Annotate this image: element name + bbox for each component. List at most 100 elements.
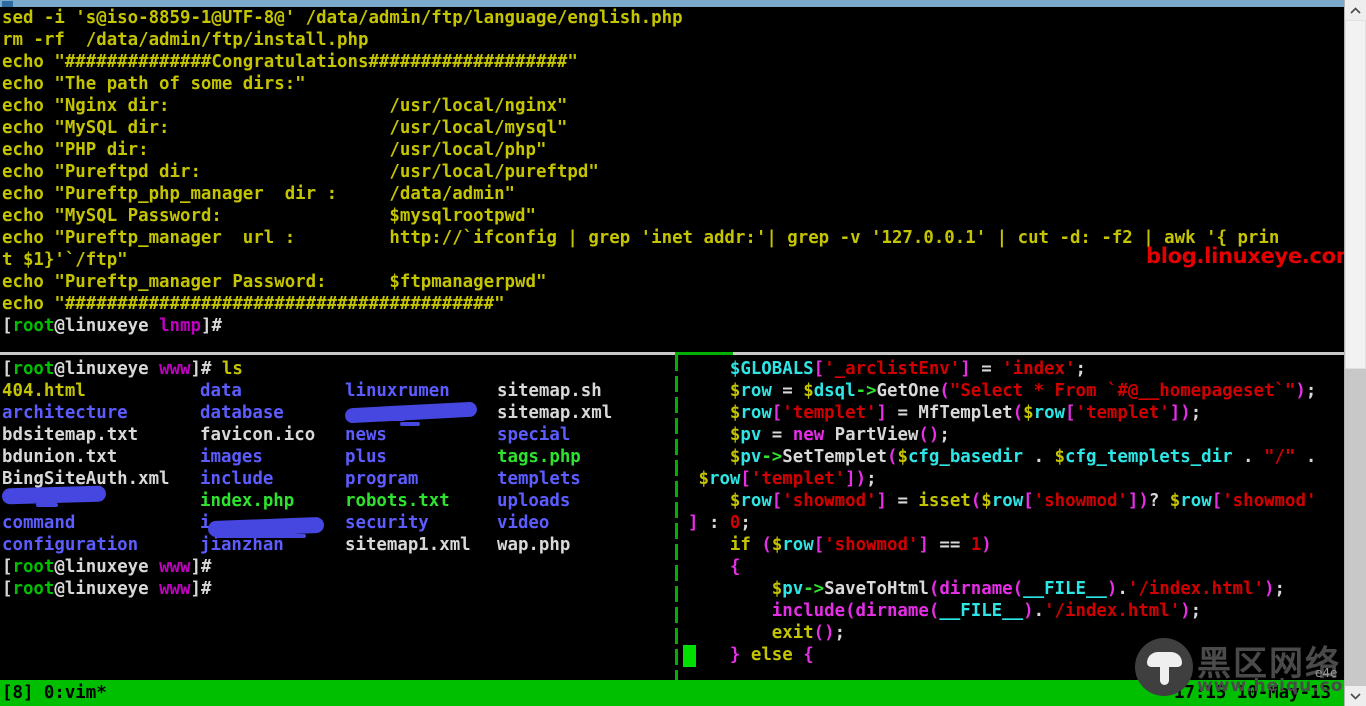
terminal-text-span: $ — [803, 381, 814, 401]
terminal-text-span: ; — [939, 425, 950, 445]
pane-divider-joint — [675, 352, 733, 355]
listing-entry: program — [345, 469, 419, 489]
listing-entry: database — [200, 403, 284, 423]
terminal-text-span: 0 — [729, 513, 741, 533]
terminal-text-span: ; — [740, 513, 751, 533]
tmux-status-bar[interactable]: [8] 0:vim* 17:15 10-May-13 — [0, 680, 1345, 706]
terminal-text-span: row — [1033, 403, 1066, 423]
terminal-text-span: root — [12, 579, 55, 599]
listing-entry: tags.php — [497, 447, 581, 467]
shell-prompt: [root@linuxeye www]# — [2, 578, 222, 600]
terminal-line: echo "##################################… — [2, 293, 505, 315]
terminal-text-span: dirname — [939, 579, 1013, 599]
terminal-line: rm -rf /data/admin/ftp/install.php — [2, 29, 368, 51]
pane-horizontal-divider[interactable] — [0, 352, 1345, 355]
terminal-text-span: ]# — [190, 557, 222, 577]
window-scrollbar[interactable] — [1344, 0, 1366, 706]
terminal-text-span: ; — [1190, 403, 1202, 423]
terminal-text-span — [688, 469, 698, 489]
terminal-text-span: echo "Pureftp_php_manager dir : /data/ad… — [2, 184, 516, 204]
terminal-text-span: [ — [2, 579, 13, 599]
scrollbar-track[interactable] — [1345, 20, 1366, 686]
terminal-text-span — [688, 623, 772, 643]
terminal-text-span: row — [740, 403, 772, 423]
terminal-line: echo "MySQL dir: /usr/local/mysql" — [2, 117, 567, 139]
terminal-text-span: ( — [928, 579, 940, 599]
terminal-text-span: lnmp — [159, 316, 201, 336]
terminal-text-span: echo "MySQL Password: $mysqlrootpwd" — [2, 206, 536, 226]
terminal-text-span: ]) — [1169, 403, 1191, 423]
terminal-text-span: root — [12, 557, 55, 577]
terminal-text-span: cfg_basedir — [907, 447, 1024, 467]
code-line: exit(); — [688, 622, 845, 644]
listing-entry: templets — [497, 469, 581, 489]
code-line: $row = $dsql->GetOne("Select * From `#@_… — [688, 380, 1316, 402]
terminal-text-span: [ — [771, 403, 783, 423]
terminal-text-span: include — [771, 601, 846, 621]
terminal-text-span: $ — [729, 491, 741, 511]
listing-entry: wap.php — [497, 535, 571, 555]
terminal-text-span: = — [771, 381, 804, 401]
terminal-text-span — [688, 491, 730, 511]
terminal-line: echo "Pureftp_manager Password: $ftpmana… — [2, 271, 546, 293]
code-line: $pv->SetTemplet($cfg_basedir . $cfg_temp… — [688, 446, 1316, 468]
listing-entry: special — [497, 425, 571, 445]
terminal-text-span: $ — [771, 579, 783, 599]
terminal-text-span: $ — [1023, 403, 1034, 423]
terminal-text-span: ( — [970, 491, 982, 511]
terminal-text-span: if — [729, 535, 751, 555]
terminal-text-span: ]) — [1127, 491, 1149, 511]
terminal-text-span: ( — [886, 447, 898, 467]
terminal-text-span: echo "##################################… — [2, 294, 505, 314]
terminal-text-span: = — [887, 491, 919, 511]
terminal-text-span: ) — [1106, 579, 1118, 599]
terminal-text-span: new — [792, 425, 825, 445]
terminal-text-span: GetOne — [876, 381, 940, 401]
terminal-text-span: ls — [221, 359, 243, 379]
terminal-text-span: cfg_templets_dir — [1065, 447, 1233, 467]
terminal-text-span: $ — [729, 425, 741, 445]
terminal-line: echo "Pureftp_manager url : http://`ifco… — [2, 227, 1279, 249]
terminal-text-span: ] — [876, 403, 887, 423]
shell-prompt: [root@linuxeye www]# — [2, 556, 222, 578]
terminal-text-span: ]# — [190, 579, 222, 599]
terminal-text-span: PartView — [824, 425, 919, 445]
tmux-clock: 17:15 10-May-13 — [1173, 683, 1331, 703]
terminal-text-span: row — [782, 535, 814, 555]
terminal-text-span: dsql — [813, 381, 856, 401]
scroll-down-button[interactable] — [1345, 686, 1366, 706]
terminal-text-span: '_arclistEnv' — [824, 359, 961, 379]
terminal-text-span — [688, 403, 730, 423]
terminal-text-span — [688, 447, 730, 467]
terminal-text-span: 'templet' — [782, 403, 877, 423]
terminal-text-span: == — [928, 535, 971, 555]
window-title-strip — [0, 0, 1345, 7]
terminal-text-span: www — [159, 557, 191, 577]
redaction-mark-1-tail — [36, 503, 58, 507]
terminal-text-span: $ — [1054, 447, 1066, 467]
tmux-window-list[interactable]: [8] 0:vim* — [2, 680, 107, 706]
terminal-text-span: row — [740, 381, 772, 401]
terminal-text-span: 1 — [970, 535, 982, 555]
terminal-text-span — [751, 535, 761, 555]
pane-vertical-divider[interactable] — [675, 355, 678, 687]
code-line: $GLOBALS['_arclistEnv'] = 'index'; — [688, 358, 1086, 380]
terminal-text-span: echo "Pureftp_manager url : http://`ifco… — [2, 228, 1280, 248]
scroll-up-button[interactable] — [1345, 0, 1366, 20]
terminal-text-span: . — [1117, 579, 1128, 599]
code-line: $row['templet']); — [688, 468, 876, 490]
terminal-line: echo "MySQL Password: $mysqlrootpwd" — [2, 205, 536, 227]
terminal-text-span: rm -rf /data/admin/ftp/install.php — [2, 30, 369, 50]
terminal-text-span: ]# — [200, 316, 233, 336]
terminal-line: t $1}'`/ftp" — [2, 249, 128, 271]
listing-entry: plus — [345, 447, 387, 467]
listing-entry: sitemap.xml — [497, 403, 613, 423]
terminal-text-span — [688, 425, 730, 445]
terminal-text-span — [688, 381, 730, 401]
terminal-content: sed -i 's@iso-8859-1@UTF-8@' /data/admin… — [0, 7, 1358, 687]
terminal-text-span: ( — [761, 535, 772, 555]
terminal-text-span: echo "The path of some dirs:" — [2, 74, 306, 94]
terminal-text-span: ( — [1012, 403, 1024, 423]
terminal-text-span — [688, 601, 772, 621]
scrollbar-thumb[interactable] — [1345, 20, 1366, 369]
